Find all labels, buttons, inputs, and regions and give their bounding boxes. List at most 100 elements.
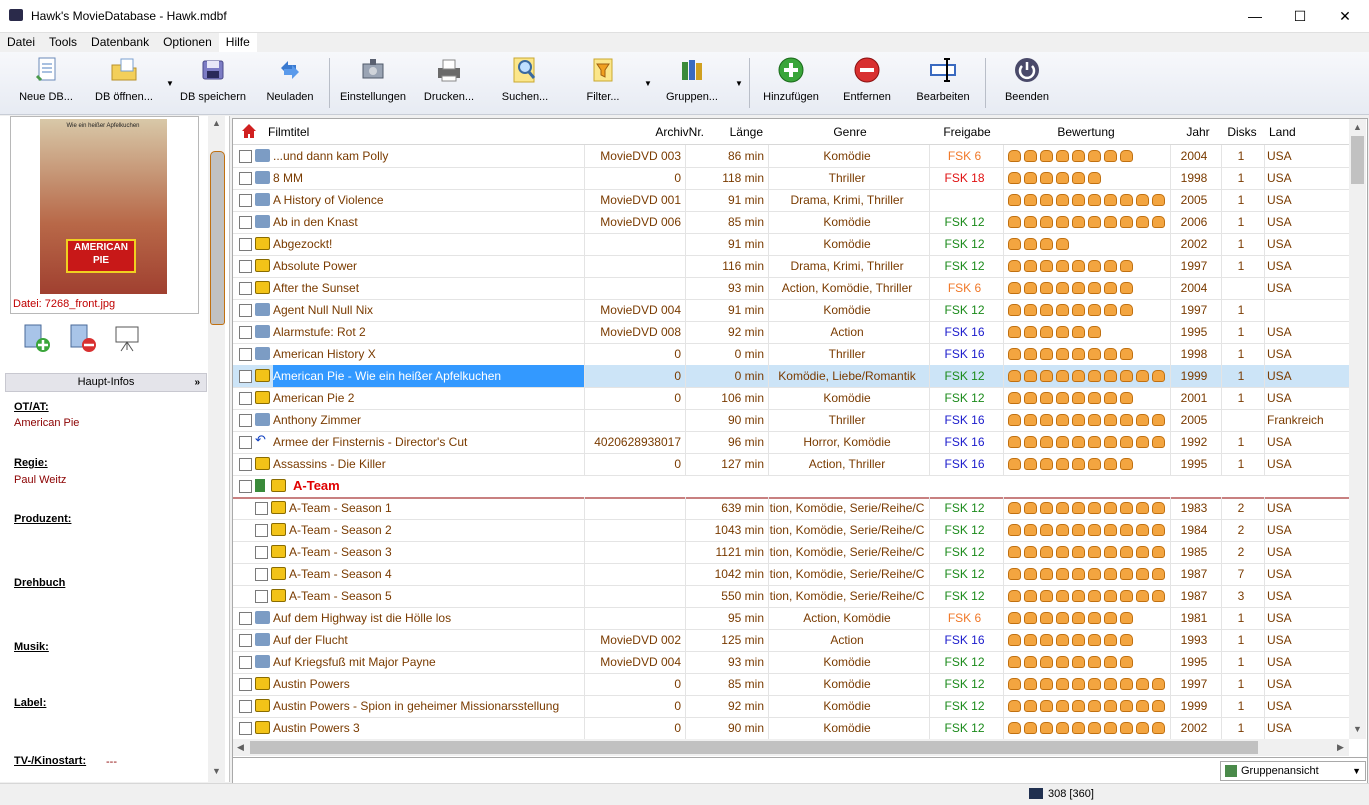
- groups-dropdown-arrow[interactable]: ▼: [735, 79, 743, 88]
- remove-button[interactable]: Entfernen: [838, 56, 896, 110]
- open-db-button[interactable]: DB öffnen...: [88, 56, 160, 110]
- row-checkbox[interactable]: [239, 634, 252, 647]
- add-image-icon[interactable]: [22, 323, 52, 353]
- col-length[interactable]: Länge: [713, 125, 763, 139]
- scroll-left-arrow[interactable]: ◀: [237, 742, 244, 753]
- table-row[interactable]: A-Team - Season 3 1121 min tion, Komödie, …: [233, 541, 1352, 564]
- row-checkbox[interactable]: [255, 546, 268, 559]
- col-rating[interactable]: Freigabe: [935, 125, 999, 139]
- row-checkbox[interactable]: [239, 436, 252, 449]
- table-row[interactable]: Auf Kriegsfuß mit Major Payne MovieDVD 00…: [233, 651, 1352, 674]
- table-row[interactable]: American Pie 2 0 106 min Komödie FSK 12 2001 1…: [233, 387, 1352, 410]
- table-row[interactable]: Assassins - Die Killer 0 127 min Action, Th…: [233, 453, 1352, 476]
- col-title[interactable]: Filmtitel: [268, 125, 309, 139]
- search-button[interactable]: Suchen...: [496, 56, 554, 110]
- row-checkbox[interactable]: [239, 282, 252, 295]
- collapse-chevron-icon[interactable]: »: [194, 374, 200, 391]
- table-row[interactable]: American History X00 min Thriller FSK 16 19…: [233, 343, 1352, 366]
- table-row[interactable]: ...und dann kam Polly MovieDVD 003 86 min K…: [233, 145, 1352, 168]
- table-row[interactable]: A History of Violence MovieDVD 001 91 min D…: [233, 189, 1352, 212]
- remove-image-icon[interactable]: [68, 323, 98, 353]
- row-checkbox[interactable]: [255, 502, 268, 515]
- table-row[interactable]: Austin Powers - Spion in geheimer Missio…: [233, 695, 1352, 718]
- table-row[interactable]: A-Team - Season 4 1042 min tion, Komödie, …: [233, 563, 1352, 586]
- minimize-button[interactable]: —: [1232, 0, 1278, 32]
- row-checkbox[interactable]: [239, 304, 252, 317]
- row-checkbox[interactable]: [239, 480, 252, 493]
- table-row[interactable]: A-Team - Season 2 1043 min tion, Komödie, …: [233, 519, 1352, 542]
- row-checkbox[interactable]: [255, 590, 268, 603]
- scroll-right-arrow[interactable]: ▶: [1337, 742, 1344, 753]
- table-row[interactable]: ↶ Armee der Finsternis - Director's Cut 40…: [233, 431, 1352, 454]
- scroll-down-arrow[interactable]: ▼: [1353, 724, 1362, 734]
- table-row[interactable]: Absolute Power 116 min Drama, Krimi, Thril…: [233, 255, 1352, 278]
- table-row[interactable]: A-Team - Season 1 639 min tion, Komödie, S…: [233, 497, 1352, 520]
- table-row[interactable]: After the Sunset 93 min Action, Komödie, T…: [233, 277, 1352, 300]
- print-button[interactable]: Drucken...: [418, 56, 480, 110]
- movie-poster[interactable]: Wie ein heißer Apfelkuchen AMERICAN PIE: [40, 119, 167, 294]
- scroll-up-arrow[interactable]: ▲: [1353, 122, 1362, 132]
- col-genre[interactable]: Genre: [803, 125, 897, 139]
- row-checkbox[interactable]: [239, 194, 252, 207]
- table-row[interactable]: Abgezockt! 91 min Komödie FSK 12 2002 1 USA: [233, 233, 1352, 256]
- col-score[interactable]: Bewertung: [1041, 125, 1131, 139]
- row-checkbox[interactable]: [239, 172, 252, 185]
- grid-hscroll[interactable]: ◀ ▶: [233, 739, 1349, 756]
- open-dropdown-arrow[interactable]: ▼: [166, 79, 174, 88]
- menu-datei[interactable]: Datei: [0, 33, 42, 52]
- scroll-thumb[interactable]: [250, 741, 1258, 754]
- filter-dropdown-arrow[interactable]: ▼: [644, 79, 652, 88]
- home-icon[interactable]: [241, 123, 257, 139]
- menu-datenbank[interactable]: Datenbank: [84, 33, 156, 52]
- col-archive[interactable]: ArchivNr.: [624, 125, 704, 139]
- edit-button[interactable]: Bearbeiten: [912, 56, 974, 110]
- add-button[interactable]: Hinzufügen: [760, 56, 822, 110]
- row-checkbox[interactable]: [255, 524, 268, 537]
- quit-button[interactable]: Beenden: [998, 56, 1056, 110]
- table-row[interactable]: A-Team - Season 5 550 min tion, Komödie, S…: [233, 585, 1352, 608]
- menu-hilfe[interactable]: Hilfe: [218, 33, 257, 52]
- row-checkbox[interactable]: [239, 348, 252, 361]
- slideshow-icon[interactable]: [112, 323, 142, 353]
- save-db-button[interactable]: DB speichern: [180, 56, 246, 110]
- row-checkbox[interactable]: [239, 722, 252, 735]
- close-button[interactable]: ✕: [1322, 0, 1368, 32]
- row-checkbox[interactable]: [239, 414, 252, 427]
- section-main-info[interactable]: Haupt-Infos »: [5, 373, 207, 392]
- group-row[interactable]: A-Team: [233, 475, 1349, 499]
- table-row[interactable]: Austin Powers 3 0 90 min Komödie FSK 12 2002 1…: [233, 717, 1352, 740]
- row-checkbox[interactable]: [239, 458, 252, 471]
- grid-vscroll[interactable]: ▲ ▼: [1349, 119, 1366, 739]
- col-country[interactable]: Land: [1269, 125, 1296, 139]
- scroll-down-arrow[interactable]: ▼: [208, 766, 225, 776]
- row-checkbox[interactable]: [239, 678, 252, 691]
- row-checkbox[interactable]: [239, 238, 252, 251]
- row-checkbox[interactable]: [239, 370, 252, 383]
- scroll-up-arrow[interactable]: ▲: [208, 118, 225, 128]
- table-row[interactable]: Austin Powers 0 85 min Komödie FSK 12 1997 1 US…: [233, 673, 1352, 696]
- detail-scrollbar[interactable]: ▲ ▼: [208, 116, 225, 782]
- view-select[interactable]: Gruppenansicht ▼: [1220, 761, 1366, 781]
- row-checkbox[interactable]: [239, 612, 252, 625]
- col-disks[interactable]: Disks: [1225, 125, 1259, 139]
- scroll-thumb[interactable]: [1351, 136, 1364, 184]
- menu-optionen[interactable]: Optionen: [156, 33, 219, 52]
- new-db-button[interactable]: Neue DB...: [14, 56, 78, 110]
- row-checkbox[interactable]: [239, 150, 252, 163]
- col-year[interactable]: Jahr: [1183, 125, 1213, 139]
- row-checkbox[interactable]: [255, 568, 268, 581]
- menu-tools[interactable]: Tools: [42, 33, 84, 52]
- scroll-thumb[interactable]: [210, 151, 225, 325]
- row-checkbox[interactable]: [239, 216, 252, 229]
- row-checkbox[interactable]: [239, 700, 252, 713]
- table-row[interactable]: Anthony Zimmer 90 min Thriller FSK 16 2005 Fr…: [233, 409, 1352, 432]
- maximize-button[interactable]: ☐: [1277, 0, 1323, 32]
- row-checkbox[interactable]: [239, 260, 252, 273]
- table-row[interactable]: Agent Null Null Nix MovieDVD 004 91 min Kom…: [233, 299, 1352, 322]
- table-row[interactable]: American Pie - Wie ein heißer Apfelkuche…: [233, 365, 1352, 388]
- table-row[interactable]: 8 MM 0 118 min Thriller FSK 18 1998 1 USA: [233, 167, 1352, 190]
- table-row[interactable]: Auf dem Highway ist die Hölle los 95 min A…: [233, 607, 1352, 630]
- table-row[interactable]: Ab in den Knast MovieDVD 006 85 min Komödie…: [233, 211, 1352, 234]
- table-row[interactable]: Auf der Flucht MovieDVD 002 125 min Action F…: [233, 629, 1352, 652]
- table-row[interactable]: Alarmstufe: Rot 2 MovieDVD 008 92 min Actio…: [233, 321, 1352, 344]
